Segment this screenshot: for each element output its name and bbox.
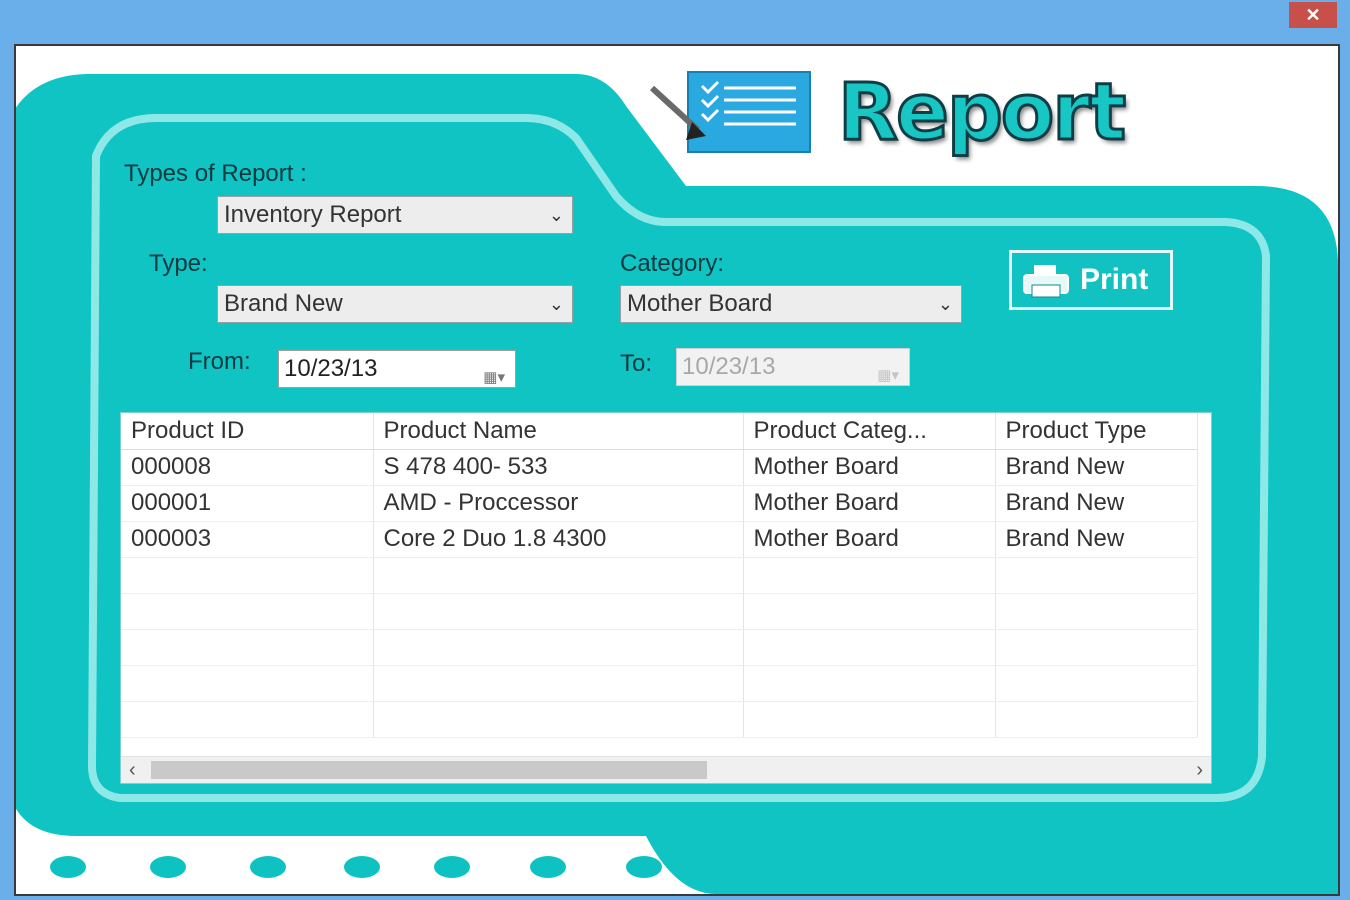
cell-product-category: Mother Board: [743, 485, 996, 522]
empty-row: [121, 629, 1198, 666]
table-row[interactable]: 000001 AMD - Proccessor Mother Board Bra…: [121, 485, 1198, 522]
column-header-product-type[interactable]: Product Type: [995, 413, 1198, 450]
table-header-row: Product ID Product Name Product Categ...…: [121, 413, 1198, 450]
printer-icon: [1023, 265, 1069, 298]
table-row[interactable]: 000008 S 478 400- 533 Mother Board Brand…: [121, 449, 1198, 486]
column-header-product-name[interactable]: Product Name: [373, 413, 744, 450]
cell-product-name: AMD - Proccessor: [373, 485, 744, 522]
decorative-dot: [250, 856, 286, 878]
empty-row: [121, 593, 1198, 630]
empty-row: [121, 701, 1198, 738]
cell-product-id: 000003: [121, 521, 374, 558]
column-header-product-id[interactable]: Product ID: [121, 413, 374, 450]
report-type-select[interactable]: Inventory Report ⌄: [217, 196, 573, 234]
type-select[interactable]: Brand New ⌄: [217, 285, 573, 323]
cell-product-type: Brand New: [995, 449, 1198, 486]
from-date-value: 10/23/13: [284, 355, 378, 382]
report-type-value: Inventory Report: [224, 201, 402, 228]
calendar-icon[interactable]: ▦▾: [483, 360, 505, 396]
cell-product-name: S 478 400- 533: [373, 449, 744, 486]
decorative-dot: [50, 856, 86, 878]
category-select[interactable]: Mother Board ⌄: [620, 285, 962, 323]
close-icon: ✕: [1305, 5, 1321, 25]
category-value: Mother Board: [627, 290, 773, 317]
cell-product-type: Brand New: [995, 485, 1198, 522]
decorative-dot: [626, 856, 662, 878]
decorative-dot: [150, 856, 186, 878]
report-window: Report Types of Report : Inventory Repor…: [14, 44, 1340, 896]
empty-row: [121, 665, 1198, 702]
category-label: Category:: [620, 250, 725, 277]
to-date-value: 10/23/13: [682, 353, 776, 380]
scroll-left-icon[interactable]: ‹: [129, 757, 136, 783]
cell-product-id: 000008: [121, 449, 374, 486]
to-date-picker[interactable]: 10/23/13 ▦▾: [676, 348, 910, 386]
decorative-dot: [530, 856, 566, 878]
chevron-down-icon: ⌄: [548, 205, 564, 225]
print-button[interactable]: Print: [1009, 250, 1173, 310]
empty-row: [121, 557, 1198, 594]
cell-product-name: Core 2 Duo 1.8 4300: [373, 521, 744, 558]
decorative-dot: [344, 856, 380, 878]
cell-product-type: Brand New: [995, 521, 1198, 558]
report-document-icon: [649, 71, 811, 153]
cell-product-category: Mother Board: [743, 449, 996, 486]
from-label: From:: [188, 348, 251, 375]
to-label: To:: [620, 350, 653, 377]
type-value: Brand New: [224, 290, 343, 317]
from-date-picker[interactable]: 10/23/13 ▦▾: [278, 350, 516, 388]
column-header-product-category[interactable]: Product Categ...: [743, 413, 996, 450]
scrollbar-thumb[interactable]: [151, 761, 707, 779]
decorative-dot: [434, 856, 470, 878]
type-label: Type:: [149, 250, 208, 277]
table-row[interactable]: 000003 Core 2 Duo 1.8 4300 Mother Board …: [121, 521, 1198, 558]
product-table[interactable]: Product ID Product Name Product Categ...…: [120, 412, 1212, 784]
cell-product-id: 000001: [121, 485, 374, 522]
report-type-label: Types of Report :: [124, 160, 307, 187]
scroll-right-icon[interactable]: ›: [1196, 757, 1203, 783]
close-button[interactable]: ✕: [1289, 2, 1337, 28]
chevron-down-icon: ⌄: [937, 294, 953, 314]
print-label: Print: [1080, 263, 1149, 296]
page-title: Report: [836, 67, 1127, 160]
chevron-down-icon: ⌄: [548, 294, 564, 314]
horizontal-scrollbar[interactable]: ‹ ›: [121, 756, 1211, 783]
cell-product-category: Mother Board: [743, 521, 996, 558]
calendar-icon[interactable]: ▦▾: [877, 358, 899, 394]
